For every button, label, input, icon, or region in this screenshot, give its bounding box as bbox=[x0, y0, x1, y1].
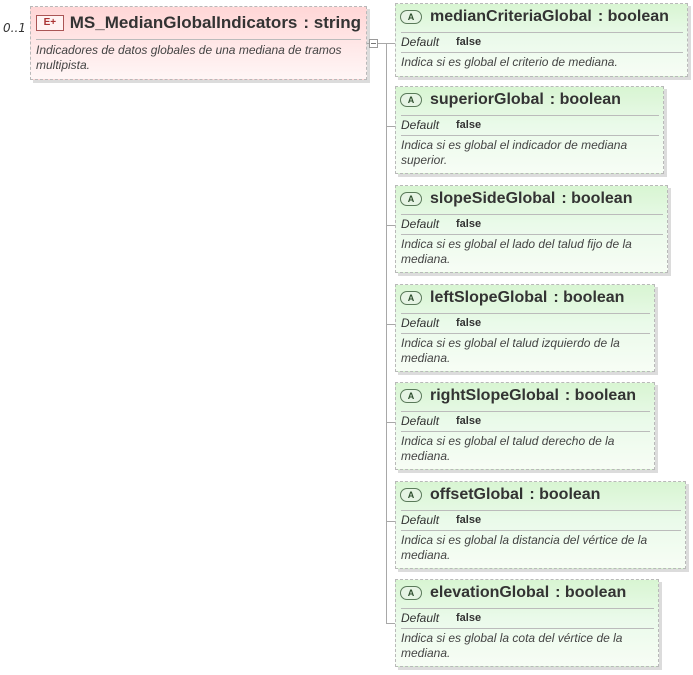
branch-line bbox=[386, 324, 395, 325]
attribute-description: Indica si es global la cota del vértice … bbox=[401, 631, 623, 660]
default-label: Default bbox=[401, 611, 440, 625]
default-value: false bbox=[456, 317, 482, 329]
attribute-divider bbox=[401, 530, 681, 531]
attribute-name: elevationGlobal bbox=[430, 584, 550, 601]
attribute-name: leftSlopeGlobal bbox=[430, 289, 548, 306]
tree-trunk-line bbox=[386, 43, 387, 624]
attribute-type: : boolean bbox=[597, 8, 669, 25]
attribute-description: Indica si es global el indicador de medi… bbox=[401, 138, 628, 167]
attribute-divider bbox=[401, 313, 650, 314]
attribute-icon: A bbox=[400, 586, 422, 600]
attribute-type: : boolean bbox=[529, 486, 601, 503]
attribute-divider bbox=[401, 214, 663, 215]
element-icon: E+ bbox=[36, 15, 64, 31]
attribute-divider bbox=[401, 411, 650, 412]
attribute-name: medianCriteriaGlobal bbox=[430, 8, 592, 25]
attribute-icon: A bbox=[400, 192, 422, 206]
attribute-type: : boolean bbox=[555, 584, 627, 601]
attribute-default-row: Default false bbox=[401, 216, 481, 232]
attribute-divider bbox=[401, 32, 683, 33]
attribute-divider bbox=[401, 135, 659, 136]
branch-line bbox=[386, 521, 395, 522]
attribute-box-offset-global[interactable]: A offsetGlobal : boolean Default false I… bbox=[395, 481, 686, 569]
default-value: false bbox=[456, 119, 482, 131]
attribute-title: A leftSlopeGlobal : boolean bbox=[400, 287, 650, 309]
attribute-title: A offsetGlobal : boolean bbox=[400, 484, 681, 506]
attribute-divider bbox=[401, 115, 659, 116]
default-label: Default bbox=[401, 316, 440, 330]
attribute-title: A superiorGlobal : boolean bbox=[400, 89, 659, 111]
element-name: MS_MedianGlobalIndicators bbox=[69, 13, 298, 32]
attribute-icon: A bbox=[400, 488, 422, 502]
attribute-divider bbox=[401, 234, 663, 235]
attribute-description: Indica si es global el talud izquierdo d… bbox=[401, 336, 620, 365]
element-description: Indicadores de datos globales de una med… bbox=[36, 43, 342, 72]
attribute-box-right-slope-global[interactable]: A rightSlopeGlobal : boolean Default fal… bbox=[395, 382, 655, 470]
attribute-default-row: Default false bbox=[401, 610, 481, 626]
attribute-type: : boolean bbox=[561, 190, 633, 207]
attribute-name: slopeSideGlobal bbox=[430, 190, 556, 207]
attribute-title: A elevationGlobal : boolean bbox=[400, 582, 654, 604]
element-type: : string bbox=[303, 13, 361, 32]
element-box[interactable]: E+ MS_MedianGlobalIndicators : string In… bbox=[30, 6, 367, 80]
attribute-box-superior-global[interactable]: A superiorGlobal : boolean Default false… bbox=[395, 86, 664, 174]
attribute-default-row: Default false bbox=[401, 117, 481, 133]
attribute-description: Indica si es global el talud derecho de … bbox=[401, 434, 615, 463]
attribute-type: : boolean bbox=[564, 387, 636, 404]
attribute-divider bbox=[401, 333, 650, 334]
default-value: false bbox=[456, 36, 482, 48]
default-value: false bbox=[456, 612, 482, 624]
attribute-icon: A bbox=[400, 389, 422, 403]
element-divider bbox=[36, 39, 361, 40]
attribute-divider bbox=[401, 608, 654, 609]
attribute-icon: A bbox=[400, 93, 422, 107]
default-value: false bbox=[456, 218, 482, 230]
attribute-box-median-criteria-global[interactable]: A medianCriteriaGlobal : boolean Default… bbox=[395, 3, 688, 77]
attribute-divider bbox=[401, 52, 683, 53]
attribute-box-slope-side-global[interactable]: A slopeSideGlobal : boolean Default fals… bbox=[395, 185, 668, 273]
attribute-default-row: Default false bbox=[401, 34, 481, 50]
branch-line bbox=[386, 126, 395, 127]
default-label: Default bbox=[401, 217, 440, 231]
attribute-icon: A bbox=[400, 291, 422, 305]
branch-line bbox=[386, 43, 395, 44]
attribute-divider bbox=[401, 510, 681, 511]
attribute-box-elevation-global[interactable]: A elevationGlobal : boolean Default fals… bbox=[395, 579, 659, 667]
attribute-title: A rightSlopeGlobal : boolean bbox=[400, 385, 650, 407]
attribute-name: superiorGlobal bbox=[430, 91, 544, 108]
default-value: false bbox=[456, 415, 482, 427]
attribute-default-row: Default false bbox=[401, 413, 481, 429]
attribute-icon: A bbox=[400, 10, 422, 24]
default-value: false bbox=[456, 514, 482, 526]
default-label: Default bbox=[401, 118, 440, 132]
attribute-type: : boolean bbox=[553, 289, 625, 306]
attribute-divider bbox=[401, 431, 650, 432]
attribute-box-left-slope-global[interactable]: A leftSlopeGlobal : boolean Default fals… bbox=[395, 284, 655, 372]
attribute-name: offsetGlobal bbox=[430, 486, 524, 503]
attribute-divider bbox=[401, 628, 654, 629]
attribute-description: Indica si es global la distancia del vér… bbox=[401, 533, 648, 562]
attribute-type: : boolean bbox=[549, 91, 621, 108]
attribute-title: A slopeSideGlobal : boolean bbox=[400, 188, 663, 210]
branch-line bbox=[386, 623, 395, 624]
default-label: Default bbox=[401, 513, 440, 527]
collapse-toggle-icon[interactable] bbox=[369, 39, 378, 48]
branch-line bbox=[386, 422, 395, 423]
default-label: Default bbox=[401, 35, 440, 49]
attribute-title: A medianCriteriaGlobal : boolean bbox=[400, 6, 683, 28]
multiplicity-label: 0..1 bbox=[3, 21, 26, 35]
attribute-default-row: Default false bbox=[401, 512, 481, 528]
element-title: E+ MS_MedianGlobalIndicators : string bbox=[36, 12, 361, 34]
attribute-description: Indica si es global el criterio de media… bbox=[401, 55, 618, 69]
default-label: Default bbox=[401, 414, 440, 428]
attribute-description: Indica si es global el lado del talud fi… bbox=[401, 237, 632, 266]
attribute-name: rightSlopeGlobal bbox=[430, 387, 559, 404]
branch-line bbox=[386, 225, 395, 226]
attribute-default-row: Default false bbox=[401, 315, 481, 331]
